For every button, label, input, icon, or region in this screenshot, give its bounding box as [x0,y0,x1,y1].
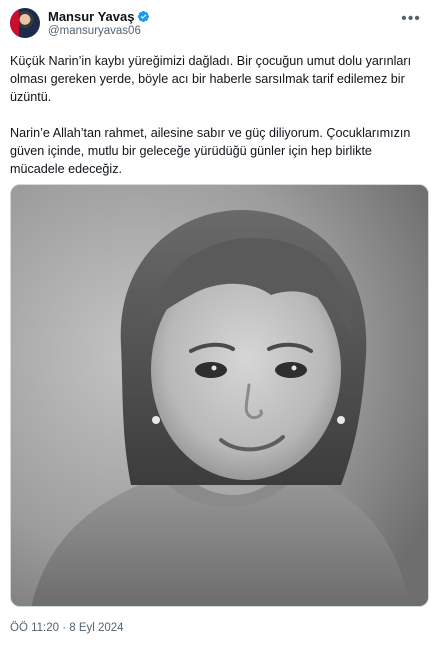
tweet-paragraph-1: Küçük Narin’in kaybı yüreğimizi dağladı.… [10,54,412,104]
avatar[interactable] [10,8,40,38]
display-name-row: Mansur Yavaş [48,9,150,24]
tweet-card: Mansur Yavaş @mansuryavas06 ••• Küçük Na… [0,0,432,656]
verified-badge-icon [138,10,150,23]
display-name[interactable]: Mansur Yavaş [48,9,134,24]
handle[interactable]: @mansuryavas06 [48,25,150,37]
tweet-paragraph-2: Narin’e Allah’tan rahmet, ailesine sabır… [10,126,411,176]
more-horizontal-icon[interactable]: ••• [400,8,422,30]
tweet-header: Mansur Yavaş @mansuryavas06 ••• [10,8,422,40]
author-names: Mansur Yavaş @mansuryavas06 [48,9,150,37]
child-portrait-image [11,185,428,606]
tweet-text: Küçük Narin’in kaybı yüreğimizi dağladı.… [10,52,428,178]
tweet-timestamp[interactable]: ÖÖ 11:20 · 8 Eyl 2024 [10,622,124,634]
tweet-photo[interactable] [10,184,429,607]
